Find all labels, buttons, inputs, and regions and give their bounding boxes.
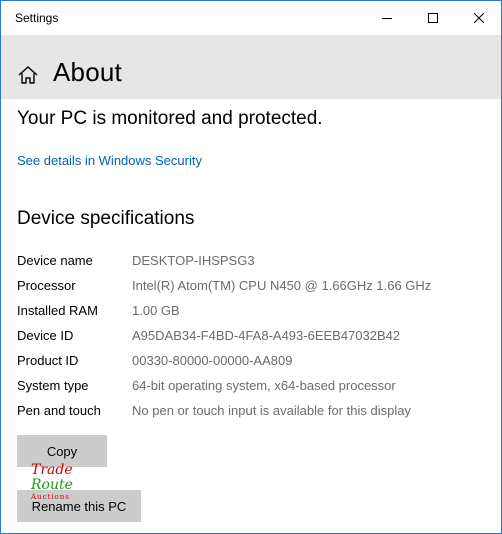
spec-value: DESKTOP-IHSPSG3 — [132, 253, 255, 268]
page-title: About — [53, 57, 122, 87]
spec-value: Intel(R) Atom(TM) CPU N450 @ 1.66GHz 1.6… — [132, 278, 432, 293]
copy-button[interactable]: Copy — [17, 435, 107, 467]
page-header: About — [1, 35, 501, 99]
device-specifications-table: Device name DESKTOP-IHSPSG3 Processor In… — [17, 251, 487, 426]
spec-value: 00330-80000-00000-AA809 — [132, 353, 293, 368]
spec-row-installed-ram: Installed RAM 1.00 GB — [17, 301, 487, 326]
maximize-button[interactable] — [410, 1, 456, 35]
rename-this-pc-button[interactable]: Rename this PC — [17, 490, 141, 522]
home-icon[interactable] — [17, 64, 39, 86]
spec-label: Pen and touch — [17, 403, 101, 418]
spec-label: System type — [17, 378, 89, 393]
spec-value: A95DAB34-F4BD-4FA8-A493-6EEB47032B42 — [132, 328, 401, 343]
spec-label: Processor — [17, 278, 76, 293]
settings-window: Settings About Your PC is monitored and … — [0, 0, 502, 534]
spec-row-pen-and-touch: Pen and touch No pen or touch input is a… — [17, 401, 487, 426]
spec-row-product-id: Product ID 00330-80000-00000-AA809 — [17, 351, 487, 376]
spec-value: 1.00 GB — [132, 303, 180, 318]
windows-security-link[interactable]: See details in Windows Security — [17, 153, 202, 168]
title-bar[interactable]: Settings — [1, 1, 501, 35]
spec-value: No pen or touch input is available for t… — [132, 403, 411, 418]
maximize-icon — [428, 13, 438, 23]
close-button[interactable] — [456, 1, 501, 35]
spec-label: Product ID — [17, 353, 79, 368]
minimize-button[interactable] — [364, 1, 410, 35]
spec-row-processor: Processor Intel(R) Atom(TM) CPU N450 @ 1… — [17, 276, 487, 301]
spec-row-device-id: Device ID A95DAB34-F4BD-4FA8-A493-6EEB47… — [17, 326, 487, 351]
spec-label: Device ID — [17, 328, 74, 343]
spec-label: Installed RAM — [17, 303, 98, 318]
device-specifications-title: Device specifications — [17, 208, 195, 229]
spec-row-system-type: System type 64-bit operating system, x64… — [17, 376, 487, 401]
spec-value: 64-bit operating system, x64-based proce… — [132, 378, 396, 393]
spec-label: Device name — [17, 253, 93, 268]
spec-row-device-name: Device name DESKTOP-IHSPSG3 — [17, 251, 487, 276]
protection-status-title: Your PC is monitored and protected. — [17, 108, 323, 129]
minimize-icon — [382, 18, 392, 19]
window-title: Settings — [15, 11, 59, 25]
close-icon — [474, 13, 484, 23]
